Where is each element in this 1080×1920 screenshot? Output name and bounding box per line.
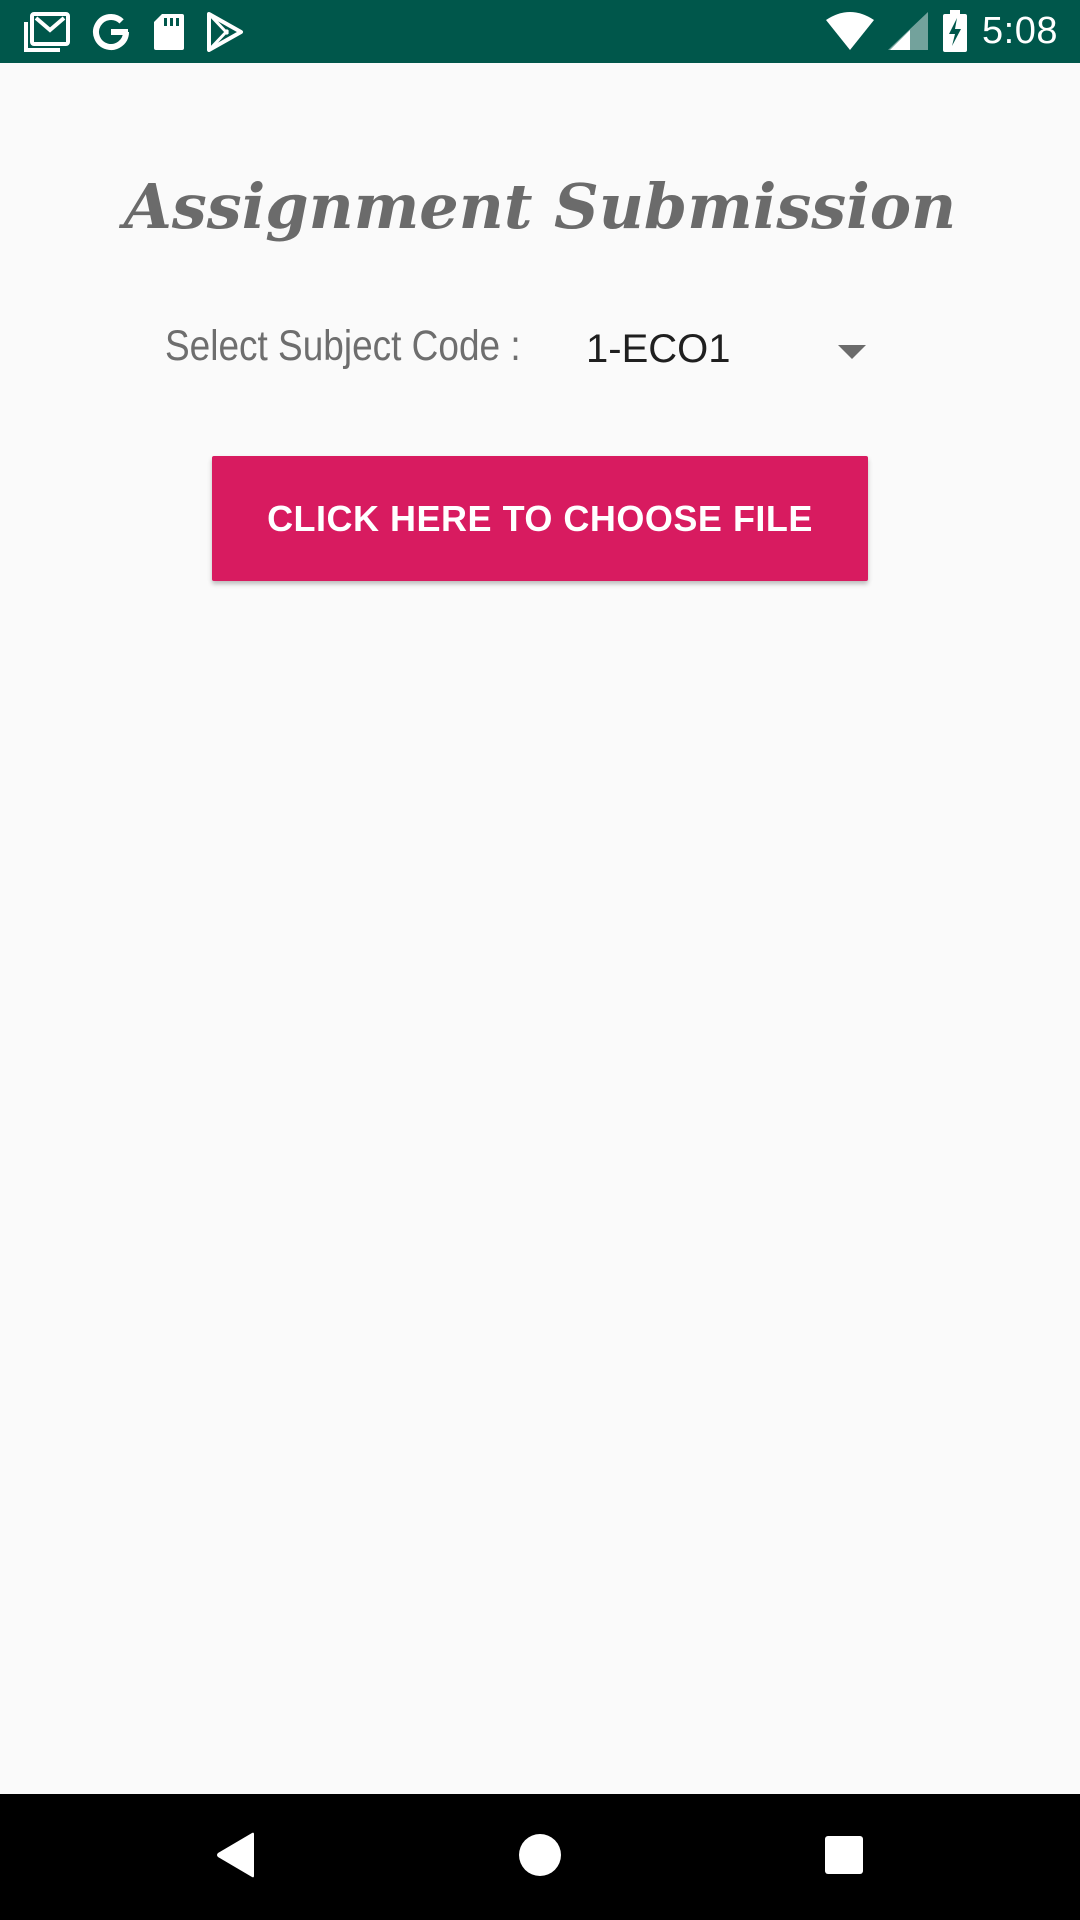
back-button[interactable]	[176, 1794, 296, 1920]
system-icons: 5:08	[826, 8, 1058, 54]
page-title: Assignment Submission	[123, 170, 957, 243]
choose-file-button[interactable]: CLICK HERE TO CHOOSE FILE	[212, 456, 868, 581]
subject-code-label: Select Subject Code :	[165, 322, 521, 370]
navigation-bar	[0, 1794, 1080, 1920]
recents-icon	[824, 1835, 864, 1880]
home-icon	[518, 1833, 562, 1882]
status-bar: 5:08	[0, 0, 1080, 63]
cell-signal-icon	[888, 12, 929, 50]
play-store-icon	[206, 12, 244, 52]
wifi-icon	[826, 12, 875, 50]
recents-button[interactable]	[784, 1794, 904, 1920]
subject-code-value: 1-ECO1	[586, 327, 731, 371]
back-icon	[214, 1831, 258, 1884]
screen: 5:08 Assignment Submission Select Subjec…	[0, 0, 1080, 1920]
subject-code-dropdown[interactable]: 1-ECO1	[572, 318, 872, 384]
clock: 5:08	[982, 9, 1058, 52]
gmail-icon	[24, 12, 70, 52]
dropdown-arrow-icon	[838, 345, 866, 359]
battery-charging-icon	[942, 10, 968, 52]
sd-card-icon	[152, 12, 186, 52]
google-icon	[90, 11, 132, 53]
home-button[interactable]	[480, 1794, 600, 1920]
notification-icons	[24, 10, 244, 54]
